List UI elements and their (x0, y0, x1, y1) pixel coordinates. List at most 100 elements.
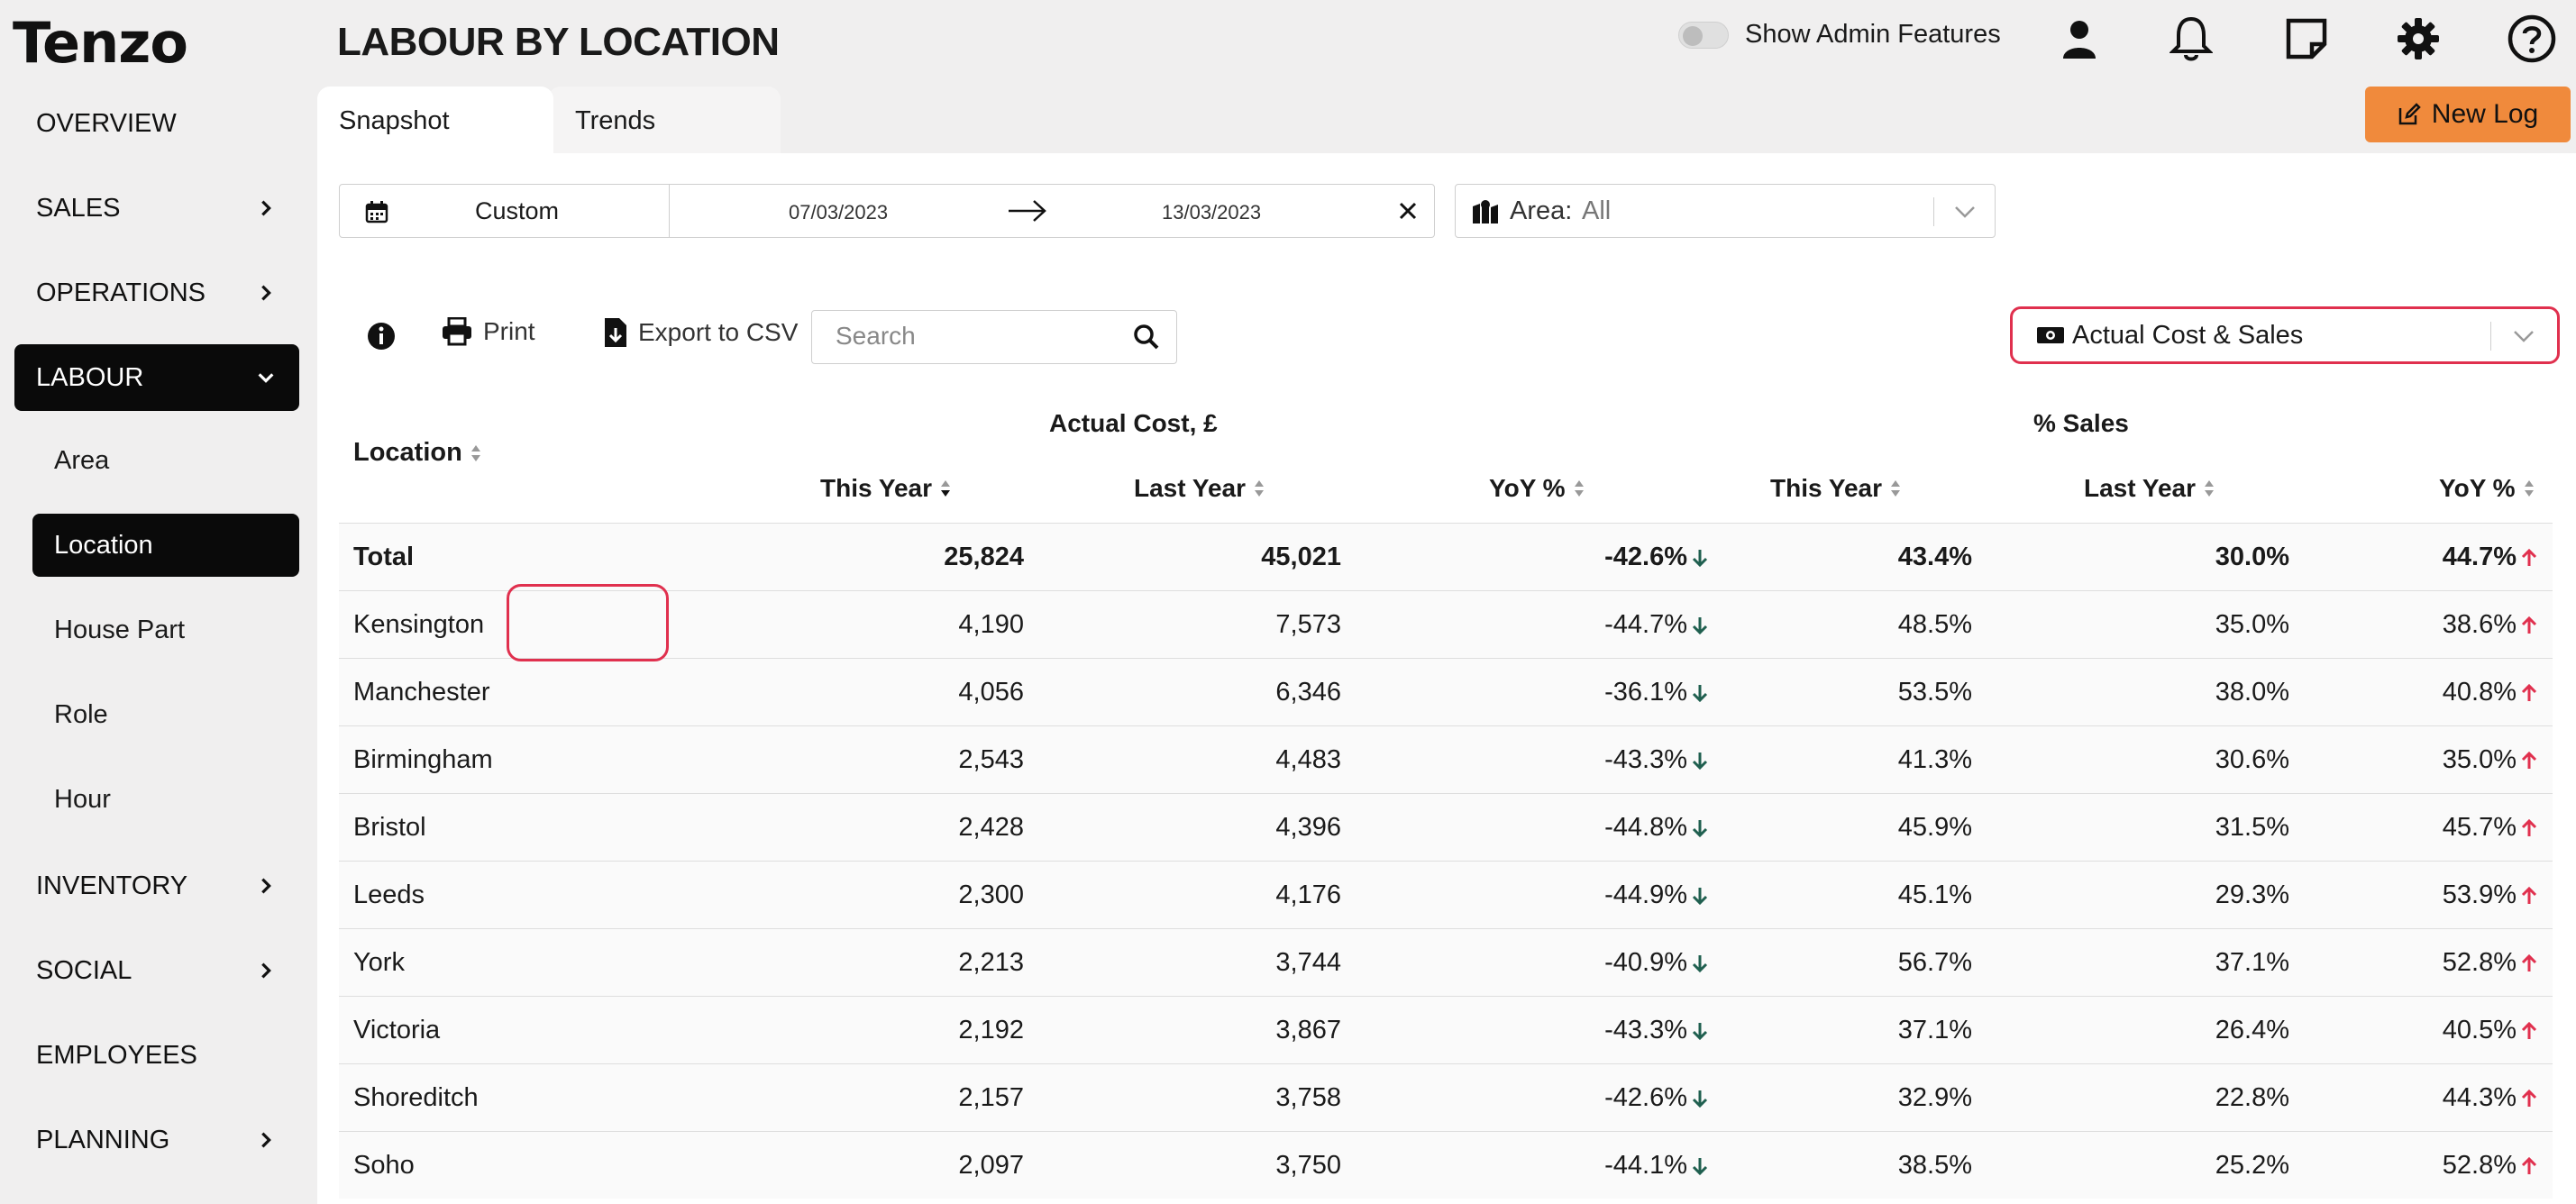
sidebar-subitem-hour[interactable]: Hour (32, 768, 299, 831)
table-row[interactable]: Bristol 2,428 4,396 -44.8% 45.9% 31.5% 45.7% (339, 793, 2553, 861)
cost-last-year-cell: 45,021 (1261, 524, 1341, 591)
sidebar-item-employees[interactable]: EMPLOYEES (14, 1022, 299, 1089)
table-total-row[interactable]: Total 25,824 45,021 -42.6% 43.4% 30.0% 44.7% (339, 523, 2553, 590)
cost-last-year-cell: 7,573 (1275, 591, 1341, 659)
date-range-filter[interactable]: Custom 07/03/2023 13/03/2023 (339, 184, 1435, 238)
sidebar-item-sales[interactable]: SALES (14, 175, 299, 242)
arrow-down-icon (1692, 887, 1708, 905)
cost-yoy-cell: -44.9% (1604, 862, 1709, 929)
cost-yoy-header[interactable]: YoY % (1489, 474, 1585, 503)
cell-value: 2,543 (958, 745, 1024, 774)
close-icon[interactable] (1394, 197, 1421, 224)
logo-text: Tenzo (13, 9, 188, 76)
search-input[interactable] (812, 311, 1110, 361)
new-log-button[interactable]: New Log (2365, 87, 2571, 142)
note-icon[interactable] (2280, 13, 2333, 65)
money-icon (2037, 327, 2064, 343)
cell-value: 53.9% (2442, 880, 2517, 909)
sales-this-year-cell: 45.9% (1898, 794, 1972, 862)
tenzo-logo[interactable]: Tenzo (13, 9, 188, 76)
arrow-down-icon (1692, 1157, 1708, 1175)
export-csv-button[interactable]: Export to CSV (604, 317, 798, 348)
area-value: All (1582, 196, 1612, 225)
cell-value: 29.3% (2215, 880, 2289, 909)
sidebar-item-social[interactable]: SOCIAL (14, 937, 299, 1004)
metric-value: Actual Cost & Sales (2072, 320, 2304, 350)
sales-yoy-cell: 38.6% (2443, 591, 2538, 659)
sidebar-item-inventory[interactable]: INVENTORY (14, 853, 299, 919)
location-cell: Kensington (353, 610, 485, 639)
cell-value: -36.1% (1604, 678, 1687, 707)
cost-last-year-cell: 6,346 (1275, 659, 1341, 726)
print-button[interactable]: Print (442, 317, 535, 346)
area-select[interactable]: Area: All (1455, 184, 1996, 238)
divider (1933, 197, 1934, 226)
date-mode-label: Custom (475, 196, 560, 224)
info-icon[interactable] (366, 321, 397, 351)
user-icon[interactable] (2053, 13, 2106, 65)
toggle-switch[interactable] (1678, 21, 1729, 49)
sales-last-year-cell: 29.3% (2215, 862, 2289, 929)
sales-last-year-cell: 37.1% (2215, 929, 2289, 997)
cost-this-year-header[interactable]: This Year (820, 474, 952, 503)
bell-icon[interactable] (2165, 13, 2217, 65)
cost-this-year-cell: 4,190 (958, 591, 1024, 659)
sales-last-year-header[interactable]: Last Year (2084, 474, 2215, 503)
location-column-header[interactable]: Location (353, 438, 482, 468)
sidebar-item-overview[interactable]: OVERVIEW (14, 90, 299, 157)
sidebar-item-labour[interactable]: LABOUR (14, 344, 299, 411)
cost-yoy-cell: -44.7% (1604, 591, 1709, 659)
sidebar-item-operations[interactable]: OPERATIONS (14, 260, 299, 326)
location-cell: Birmingham (353, 745, 493, 774)
sidebar-subitem-house-part[interactable]: House Part (32, 598, 299, 661)
date-mode-select[interactable]: Custom (340, 185, 670, 237)
tab-snapshot[interactable]: Snapshot (317, 87, 553, 155)
cell-value: 3,744 (1275, 948, 1341, 977)
sales-last-year-cell: 30.6% (2215, 726, 2289, 794)
location-cell: Manchester (353, 678, 490, 707)
page-title: LABOUR BY LOCATION (337, 20, 780, 64)
search-icon[interactable] (1133, 324, 1160, 351)
cell-value: 48.5% (1897, 610, 1972, 639)
table-row[interactable]: York 2,213 3,744 -40.9% 56.7% 37.1% 52.8% (339, 928, 2553, 996)
column-label: YoY % (2439, 474, 2516, 502)
arrow-down-icon (1692, 549, 1708, 567)
cost-last-year-header[interactable]: Last Year (1134, 474, 1265, 503)
table-row[interactable]: Manchester 4,056 6,346 -36.1% 53.5% 38.0% 40.8… (339, 658, 2553, 725)
cell-value: -44.7% (1604, 610, 1687, 639)
table-row[interactable]: Soho 2,097 3,750 -44.1% 38.5% 25.2% 52.8% (339, 1131, 2553, 1199)
chevron-right-icon (261, 1132, 271, 1148)
sidebar-item-planning[interactable]: PLANNING (14, 1107, 299, 1173)
sales-this-year-cell: 48.5% (1898, 591, 1972, 659)
cell-value: 6,346 (1275, 678, 1341, 707)
cost-yoy-cell: -44.8% (1604, 794, 1709, 862)
date-start-input[interactable]: 07/03/2023 (789, 201, 888, 224)
admin-features-toggle[interactable]: Show Admin Features (1678, 20, 2001, 50)
table-row[interactable]: Kensington 4,190 7,573 -44.7% 48.5% 35.0% 38.6… (339, 590, 2553, 658)
tab-trends[interactable]: Trends (548, 87, 781, 155)
table-row[interactable]: Leeds 2,300 4,176 -44.9% 45.1% 29.3% 53.9% (339, 861, 2553, 928)
sidebar-subitem-role[interactable]: Role (32, 683, 299, 746)
gear-icon[interactable] (2392, 13, 2444, 65)
cell-value: 43.4% (1897, 543, 1972, 571)
sales-this-year-header[interactable]: This Year (1770, 474, 1902, 503)
sidebar-subitem-location[interactable]: Location (32, 514, 299, 577)
table-row[interactable]: Victoria 2,192 3,867 -43.3% 37.1% 26.4% 40.5% (339, 996, 2553, 1063)
cell-value: 4,190 (958, 610, 1024, 639)
help-icon[interactable] (2506, 13, 2558, 65)
location-cell: Total (353, 543, 415, 571)
date-end-input[interactable]: 13/03/2023 (1162, 201, 1261, 224)
sales-yoy-header[interactable]: YoY % (2439, 474, 2535, 503)
table-row[interactable]: Shoreditch 2,157 3,758 -42.6% 32.9% 22.8% 44.3… (339, 1063, 2553, 1131)
cost-last-year-cell: 3,867 (1275, 997, 1341, 1064)
cell-value: 52.8% (2442, 948, 2517, 977)
arrow-up-icon (2521, 1156, 2537, 1174)
sales-last-year-cell: 35.0% (2215, 591, 2289, 659)
export-label: Export to CSV (638, 318, 799, 346)
cost-this-year-cell: 2,428 (958, 794, 1024, 862)
sales-this-year-cell: 38.5% (1898, 1132, 1972, 1199)
table-row[interactable]: Birmingham 2,543 4,483 -43.3% 41.3% 30.6% 35.0… (339, 725, 2553, 793)
sidebar-subitem-area[interactable]: Area (32, 429, 299, 492)
metric-select[interactable]: Actual Cost & Sales (2010, 306, 2560, 364)
sort-icon (1574, 480, 1584, 497)
